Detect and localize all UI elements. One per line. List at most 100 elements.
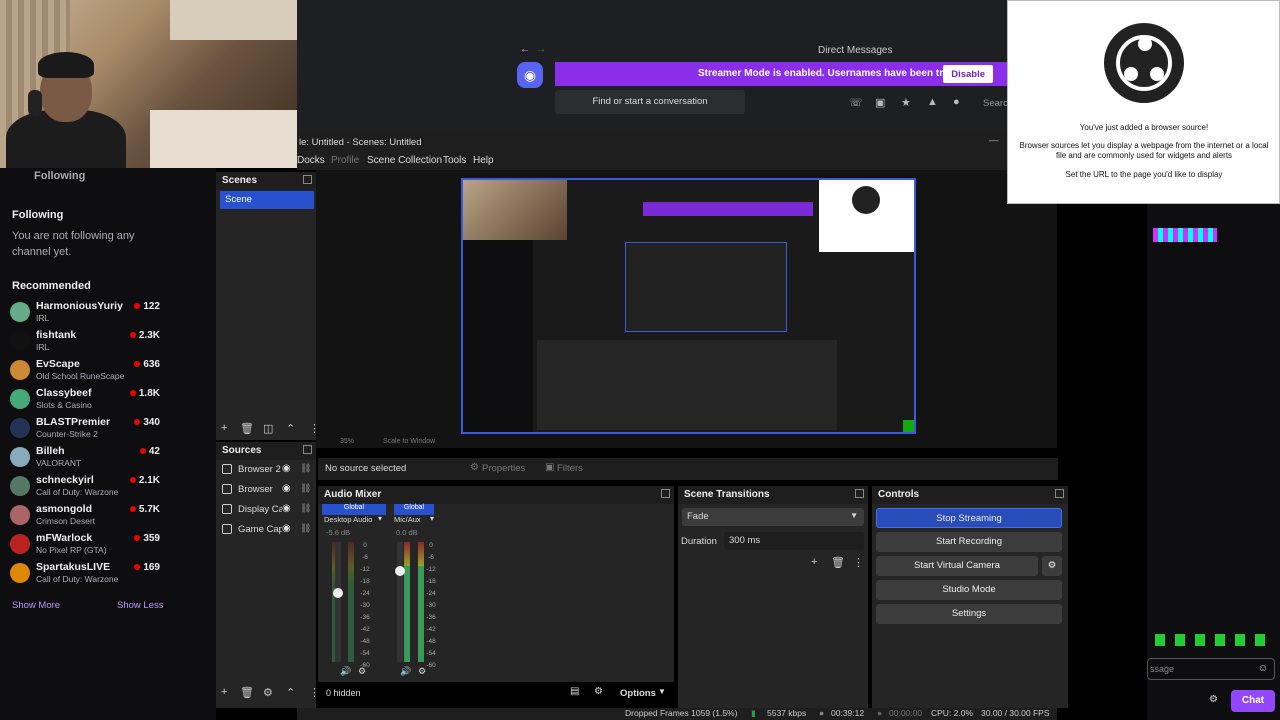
visibility-eye-icon[interactable]: ◉: [282, 463, 291, 474]
transition-value: Fade: [687, 511, 709, 522]
emote-picker-icon[interactable]: ☺: [1258, 663, 1268, 674]
desktop-fader-track: [335, 542, 341, 662]
source-row[interactable]: Game Cap ◉ ⛓: [220, 521, 312, 539]
properties-bar: No source selected ⚙ Properties ▣ Filter…: [318, 458, 1058, 480]
more-icon[interactable]: ⋮: [853, 556, 864, 569]
controls-panel: Controls Stop Streaming Start Recording …: [872, 486, 1068, 708]
channel-row[interactable]: BLASTPremier Counter-Strike 2 340: [10, 416, 162, 444]
scene-item[interactable]: Scene: [220, 191, 314, 209]
scale-label[interactable]: Scale to Window: [383, 438, 435, 445]
start-virtual-camera-button[interactable]: Start Virtual Camera: [876, 556, 1038, 576]
preview-canvas[interactable]: [461, 178, 916, 434]
discord-logo-icon[interactable]: ◉: [517, 62, 543, 88]
channel-row[interactable]: Classybeef Slots & Casino 1.8K: [10, 387, 162, 415]
meter-tick-label: 0: [429, 542, 433, 549]
chat-send-button[interactable]: Chat: [1231, 690, 1275, 712]
move-up-icon[interactable]: ⌃: [286, 686, 295, 699]
visibility-eye-icon[interactable]: ◉: [282, 483, 291, 494]
desktop-dropdown-icon[interactable]: ▾: [378, 514, 382, 523]
channel-row[interactable]: SpartakusLIVE Call of Duty: Warzone 169: [10, 561, 162, 589]
channel-row[interactable]: schneckyirl Call of Duty: Warzone 2.1K: [10, 474, 162, 502]
lock-icon[interactable]: ⛓: [300, 523, 311, 534]
add-scene-icon[interactable]: +: [221, 422, 227, 434]
menu-docks[interactable]: Docks: [297, 155, 325, 166]
start-recording-button[interactable]: Start Recording: [876, 532, 1062, 552]
profile-icon[interactable]: ●: [953, 96, 960, 108]
lock-icon[interactable]: ⛓: [300, 483, 311, 494]
source-row[interactable]: Browser ◉ ⛓: [220, 481, 312, 499]
add-source-icon[interactable]: +: [221, 686, 227, 698]
avatar: [10, 534, 30, 554]
settings-button[interactable]: Settings: [876, 604, 1062, 624]
audio-popout-icon[interactable]: [661, 489, 670, 498]
mic-settings-icon[interactable]: ⚙: [418, 666, 426, 677]
meter-tick-label: -12: [426, 566, 436, 573]
channel-row[interactable]: Billeh VALORANT 42: [10, 445, 162, 473]
scene-filters-icon[interactable]: ◫: [263, 422, 273, 435]
source-settings-icon[interactable]: ⚙: [263, 686, 273, 699]
layout-icon[interactable]: ▤: [570, 686, 579, 697]
scenes-popout-icon[interactable]: [303, 175, 312, 184]
zoom-label[interactable]: 35%: [340, 438, 354, 445]
mic-mute-icon[interactable]: 🔊: [400, 666, 411, 677]
desktop-settings-icon[interactable]: ⚙: [358, 666, 366, 677]
call-icon[interactable]: ☏: [849, 96, 863, 109]
pin-icon[interactable]: ★: [901, 96, 911, 109]
show-less-link[interactable]: Show Less: [117, 600, 163, 611]
channel-row[interactable]: fishtank IRL 2.3K: [10, 329, 162, 357]
channel-row[interactable]: asmongold Crimson Desert 5.7K: [10, 503, 162, 531]
delete-source-icon[interactable]: 🗑: [240, 686, 254, 699]
find-conversation-input[interactable]: Find or start a conversation: [555, 90, 745, 114]
source-row[interactable]: Display Ca ◉ ⛓: [220, 501, 312, 519]
viewer-count: 122: [134, 301, 160, 312]
source-row[interactable]: Browser 2 ◉ ⛓: [220, 461, 312, 479]
global-label-mic: Global: [394, 504, 434, 515]
studio-mode-button[interactable]: Studio Mode: [876, 580, 1062, 600]
visibility-eye-icon[interactable]: ◉: [282, 523, 291, 534]
controls-popout-icon[interactable]: [1055, 489, 1064, 498]
cpu-usage: CPU: 2.0%: [931, 708, 974, 718]
stop-streaming-button[interactable]: Stop Streaming: [876, 508, 1062, 528]
discord-search[interactable]: Searc: [983, 98, 1008, 109]
video-icon[interactable]: ▣: [875, 96, 885, 109]
lock-icon[interactable]: ⛓: [300, 503, 311, 514]
filters-button[interactable]: Filters: [557, 463, 583, 474]
menu-tools[interactable]: Tools: [443, 155, 466, 166]
transition-select[interactable]: Fade ▼: [682, 508, 864, 526]
virtual-camera-settings-icon[interactable]: ⚙: [1042, 556, 1062, 576]
avatar: [10, 360, 30, 380]
delete-transition-icon[interactable]: 🗑: [831, 556, 845, 569]
minimize-icon[interactable]: —: [989, 135, 999, 146]
menu-help[interactable]: Help: [473, 155, 494, 166]
mixer-settings-icon[interactable]: ⚙: [594, 686, 603, 697]
desktop-volume-slider[interactable]: [333, 587, 343, 598]
sources-popout-icon[interactable]: [303, 445, 312, 454]
lock-icon[interactable]: ⛓: [300, 463, 311, 474]
options-dropdown-icon[interactable]: ▼: [658, 687, 666, 696]
delete-scene-icon[interactable]: 🗑: [240, 422, 254, 435]
mic-dropdown-icon[interactable]: ▾: [430, 514, 434, 523]
move-up-icon[interactable]: ⌃: [286, 422, 295, 435]
chat-settings-icon[interactable]: ⚙: [1209, 694, 1218, 705]
chat-input[interactable]: ssage ☺: [1147, 658, 1275, 680]
show-more-link[interactable]: Show More: [12, 600, 60, 611]
desktop-mute-icon[interactable]: 🔊: [340, 666, 351, 677]
menu-profile[interactable]: Profile: [331, 155, 359, 166]
disable-button[interactable]: Disable: [943, 65, 993, 83]
duration-input[interactable]: 300 ms: [724, 532, 864, 550]
channel-game: IRL: [36, 313, 50, 323]
properties-button[interactable]: Properties: [482, 463, 525, 474]
mic-volume-slider[interactable]: [395, 566, 405, 576]
channel-row[interactable]: HarmoniousYuriy IRL 122: [10, 300, 162, 328]
visibility-eye-icon[interactable]: ◉: [282, 503, 291, 514]
add-transition-icon[interactable]: +: [811, 556, 817, 568]
add-user-icon[interactable]: ▲: [927, 96, 938, 108]
viewer-count: 5.7K: [130, 504, 160, 515]
menu-scene-collection[interactable]: Scene Collection: [367, 155, 442, 166]
options-button[interactable]: Options: [620, 688, 656, 699]
channel-row[interactable]: EvScape Old School RuneScape 636: [10, 358, 162, 386]
forward-arrow-icon[interactable]: →: [536, 44, 546, 55]
back-arrow-icon[interactable]: ←: [520, 44, 530, 55]
transitions-popout-icon[interactable]: [855, 489, 864, 498]
channel-row[interactable]: mFWarlock No Pixel RP (GTA) 359: [10, 532, 162, 560]
